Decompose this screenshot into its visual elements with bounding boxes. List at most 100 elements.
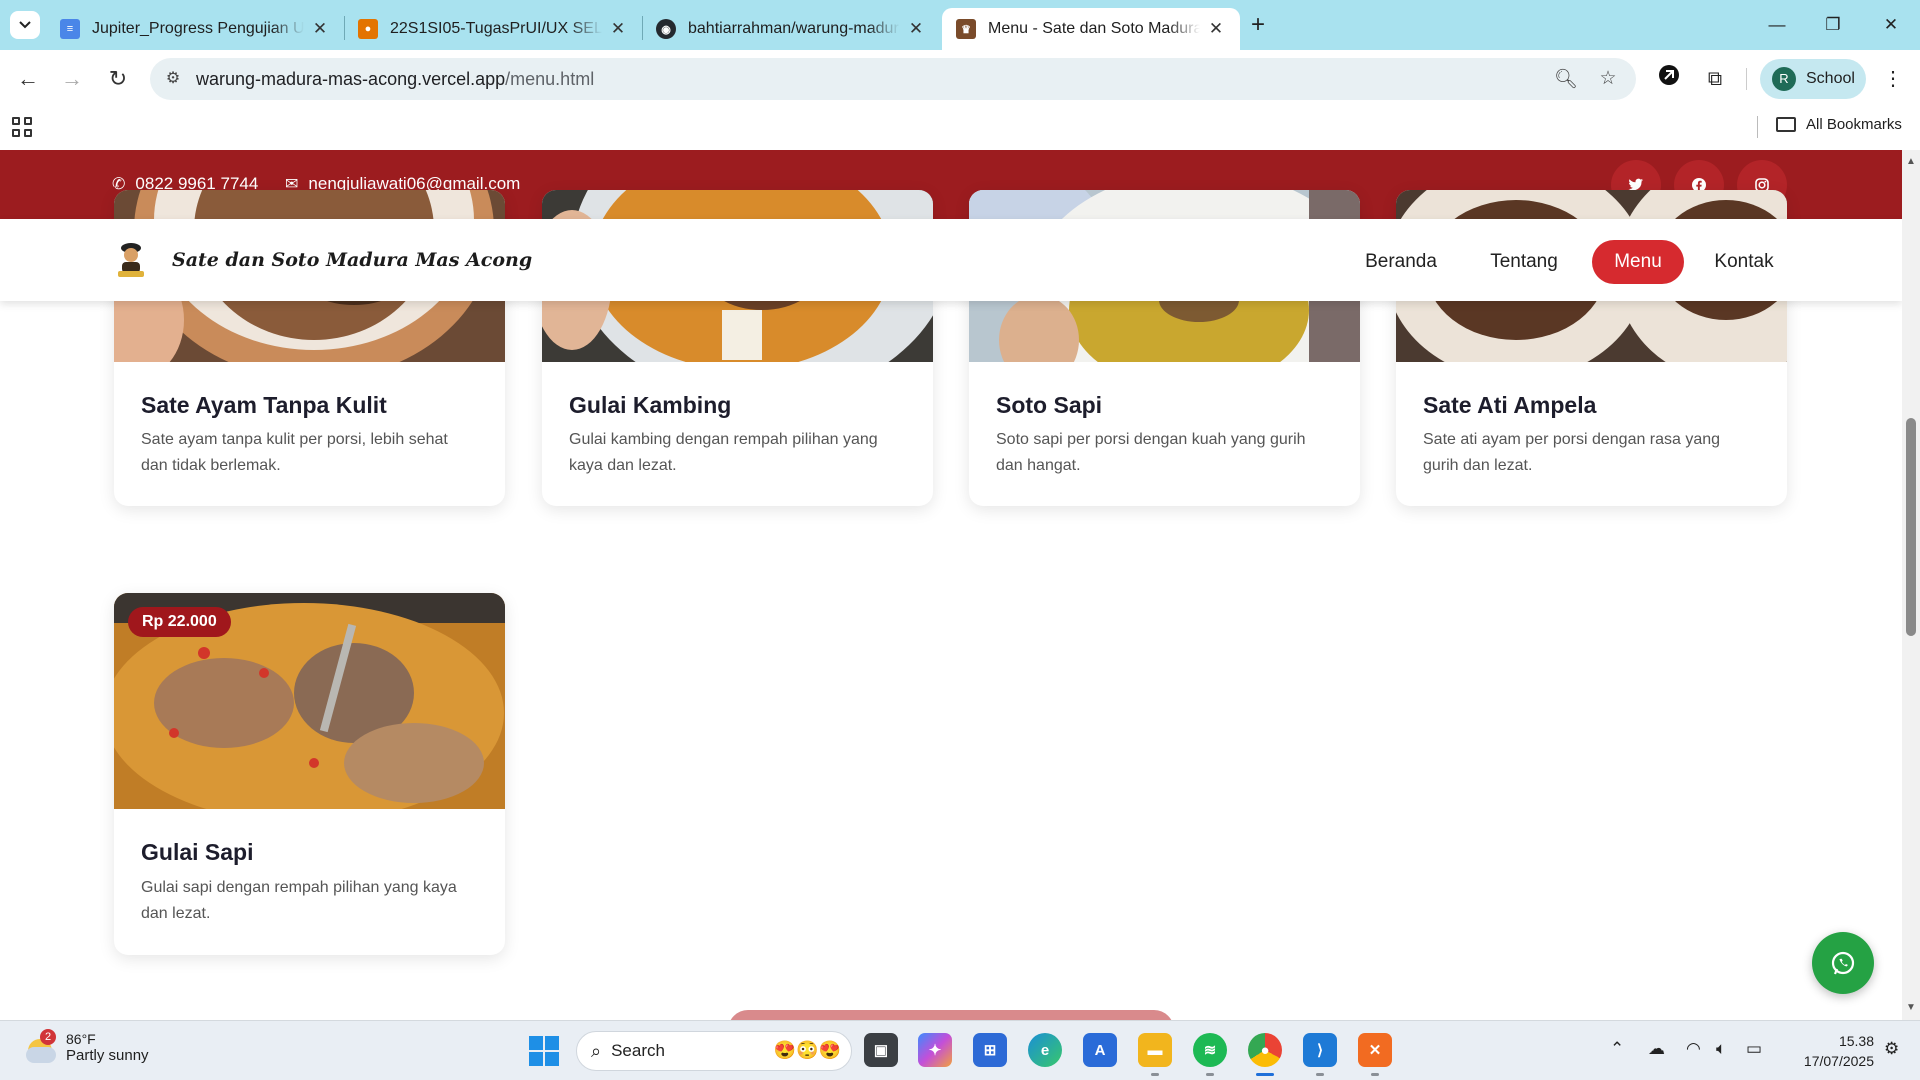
close-icon[interactable]: ✕ — [906, 19, 926, 39]
windows-taskbar: 2 86°F Partly sunny ⌕ Search 😍😳😍 ▣ ✦ ⊞ e… — [0, 1020, 1920, 1080]
site-navbar: Sate dan Soto Madura Mas Acong Beranda T… — [0, 219, 1902, 301]
chevron-down-icon — [19, 21, 31, 29]
volume-icon[interactable]: 🔈︎ — [1716, 1039, 1726, 1059]
menu-item-title: Gulai Kambing — [569, 392, 732, 418]
price-badge: Rp 22.000 — [128, 607, 231, 637]
search-highlight-icon: 😍😳😍 — [773, 1040, 841, 1060]
menu-item-title: Gulai Sapi — [141, 839, 254, 865]
all-bookmarks-button[interactable]: All Bookmarks — [1776, 116, 1902, 133]
tab-github[interactable]: ◉ bahtiarrahman/warung-madura ✕ — [642, 8, 940, 50]
menu-item-description: Soto sapi per porsi dengan kuah yang gur… — [996, 431, 1306, 474]
toolbar-divider — [1746, 68, 1747, 90]
taskbar-search[interactable]: ⌕ Search 😍😳😍 — [576, 1031, 852, 1071]
close-icon[interactable]: ✕ — [608, 19, 628, 39]
running-indicator — [1151, 1073, 1159, 1076]
edge-icon[interactable]: e — [1028, 1033, 1062, 1067]
search-icon: ⌕ — [591, 1040, 602, 1061]
nav-link-kontak[interactable]: Kontak — [1704, 240, 1784, 284]
battery-icon[interactable]: ▭ — [1746, 1039, 1762, 1059]
avatar: R — [1772, 67, 1796, 91]
nav-link-tentang[interactable]: Tentang — [1480, 240, 1568, 284]
nav-link-beranda[interactable]: Beranda — [1357, 240, 1445, 284]
site-favicon-icon: ♛ — [956, 19, 976, 39]
file-explorer-icon[interactable]: ▬ — [1138, 1033, 1172, 1067]
copilot-icon[interactable]: ✦ — [918, 1033, 952, 1067]
tab-menu-active[interactable]: ♛ Menu - Sate dan Soto Madura Mas Acong … — [942, 8, 1240, 50]
bookmarks-bar: All Bookmarks — [0, 108, 1920, 148]
profile-button[interactable]: R School — [1760, 59, 1866, 99]
minimize-icon[interactable]: — — [1762, 10, 1792, 40]
scroll-down-icon[interactable]: ▼ — [1906, 1002, 1916, 1013]
load-more-button[interactable] — [728, 1010, 1174, 1020]
close-icon[interactable]: ✕ — [310, 19, 330, 39]
chevron-up-icon[interactable]: ⌃ — [1610, 1039, 1624, 1059]
bookmark-star-icon[interactable]: ☆ — [1596, 67, 1620, 91]
folder-icon — [1776, 117, 1796, 132]
url-host: warung-madura-mas-acong.vercel.app — [196, 69, 506, 89]
menu-item-title: Sate Ayam Tanpa Kulit — [141, 392, 387, 418]
start-button[interactable] — [529, 1036, 559, 1066]
window-close-icon[interactable]: ✕ — [1876, 10, 1906, 40]
apps-grid-icon[interactable] — [12, 117, 36, 141]
zoom-icon[interactable]: 🔍︎ — [1554, 67, 1578, 91]
vscode-icon[interactable]: ⟩ — [1303, 1033, 1337, 1067]
running-indicator — [1316, 1073, 1324, 1076]
system-clock[interactable]: 15.38 17/07/2025 — [1788, 1031, 1874, 1071]
back-button[interactable]: ← — [12, 63, 44, 95]
scrollbar-thumb[interactable] — [1906, 418, 1916, 636]
restore-icon[interactable]: ❐ — [1818, 10, 1848, 40]
scroll-up-icon[interactable]: ▲ — [1906, 156, 1916, 167]
tab-strip: ≡ Jupiter_Progress Pengujian UEQ ✕ ● 22S… — [0, 0, 1920, 50]
weather-temp: 86°F — [66, 1031, 96, 1047]
store-icon[interactable]: ⊞ — [973, 1033, 1007, 1067]
menu-item-description: Gulai sapi dengan rempah pilihan yang ka… — [141, 879, 457, 922]
all-bookmarks-label: All Bookmarks — [1806, 116, 1902, 133]
page-scrollbar[interactable]: ▲ ▼ — [1902, 150, 1920, 1020]
tab-jupiter-progress[interactable]: ≡ Jupiter_Progress Pengujian UEQ ✕ — [46, 8, 344, 50]
menu-item-description: Sate ayam tanpa kulit per porsi, lebih s… — [141, 431, 448, 474]
task-view-icon[interactable]: ▣ — [864, 1033, 898, 1067]
running-indicator — [1206, 1073, 1214, 1076]
url-path: /menu.html — [505, 69, 595, 89]
tab-title: 22S1SI05-TugasPrUI/UX SELASA — [390, 20, 602, 37]
url-text[interactable]: warung-madura-mas-acong.vercel.app/menu.… — [196, 69, 594, 90]
spotify-icon[interactable]: ≋ — [1193, 1033, 1227, 1067]
menu-card-gulai-sapi[interactable]: Rp 22.000 Gulai Sapi Gulai sapi dengan r… — [114, 593, 505, 955]
brand-name[interactable]: Sate dan Soto Madura Mas Acong — [172, 249, 532, 271]
menu-item-description: Sate ati ayam per porsi dengan rasa yang… — [1423, 431, 1721, 474]
wifi-icon[interactable]: ◠ — [1686, 1039, 1701, 1059]
tab-title: bahtiarrahman/warung-madura — [688, 20, 900, 37]
address-bar[interactable]: ⚙ warung-madura-mas-acong.vercel.app/men… — [150, 58, 1636, 100]
extension-icon[interactable] — [1654, 64, 1684, 94]
clock-date: 17/07/2025 — [1803, 1053, 1874, 1069]
github-icon: ◉ — [656, 19, 676, 39]
close-icon[interactable]: ✕ — [1206, 19, 1226, 39]
page-viewport: ✆ 0822 9961 7744 ✉ nengjuliawati06@gmail… — [0, 150, 1902, 1020]
tab-title: Jupiter_Progress Pengujian UEQ — [92, 20, 304, 37]
classroom-icon: ● — [358, 19, 378, 39]
nav-link-menu[interactable]: Menu — [1592, 240, 1684, 284]
onedrive-icon[interactable]: ☁ — [1648, 1039, 1665, 1059]
extensions-puzzle-icon[interactable]: ⧉ — [1700, 64, 1730, 94]
more-menu-icon[interactable]: ⋮ — [1878, 64, 1908, 94]
chrome-icon[interactable]: ● — [1248, 1033, 1282, 1067]
running-indicator-active — [1256, 1073, 1274, 1076]
brand-logo[interactable] — [108, 235, 154, 281]
whatsapp-button[interactable] — [1812, 932, 1874, 994]
forward-button[interactable]: → — [56, 63, 88, 95]
browser-toolbar: ← → ↻ ⚙ warung-madura-mas-acong.vercel.a… — [0, 50, 1920, 108]
tab-search-button[interactable] — [10, 11, 40, 39]
menu-item-description: Gulai kambing dengan rempah pilihan yang… — [569, 431, 878, 474]
azure-data-studio-icon[interactable]: A — [1083, 1033, 1117, 1067]
partly-sunny-icon: 2 — [26, 1028, 56, 1063]
profile-name: School — [1806, 70, 1855, 87]
tab-tugas-prui[interactable]: ● 22S1SI05-TugasPrUI/UX SELASA ✕ — [344, 8, 642, 50]
new-tab-button[interactable]: + — [1244, 11, 1272, 39]
notification-bell-icon[interactable]: ⚙ — [1884, 1039, 1899, 1059]
weather-widget[interactable]: 2 86°F Partly sunny — [26, 1028, 149, 1064]
whatsapp-icon — [1831, 951, 1855, 975]
site-info-icon[interactable]: ⚙ — [162, 68, 184, 90]
reload-button[interactable]: ↻ — [102, 63, 134, 95]
bookmarks-divider — [1757, 116, 1758, 138]
xampp-icon[interactable]: ✕ — [1358, 1033, 1392, 1067]
